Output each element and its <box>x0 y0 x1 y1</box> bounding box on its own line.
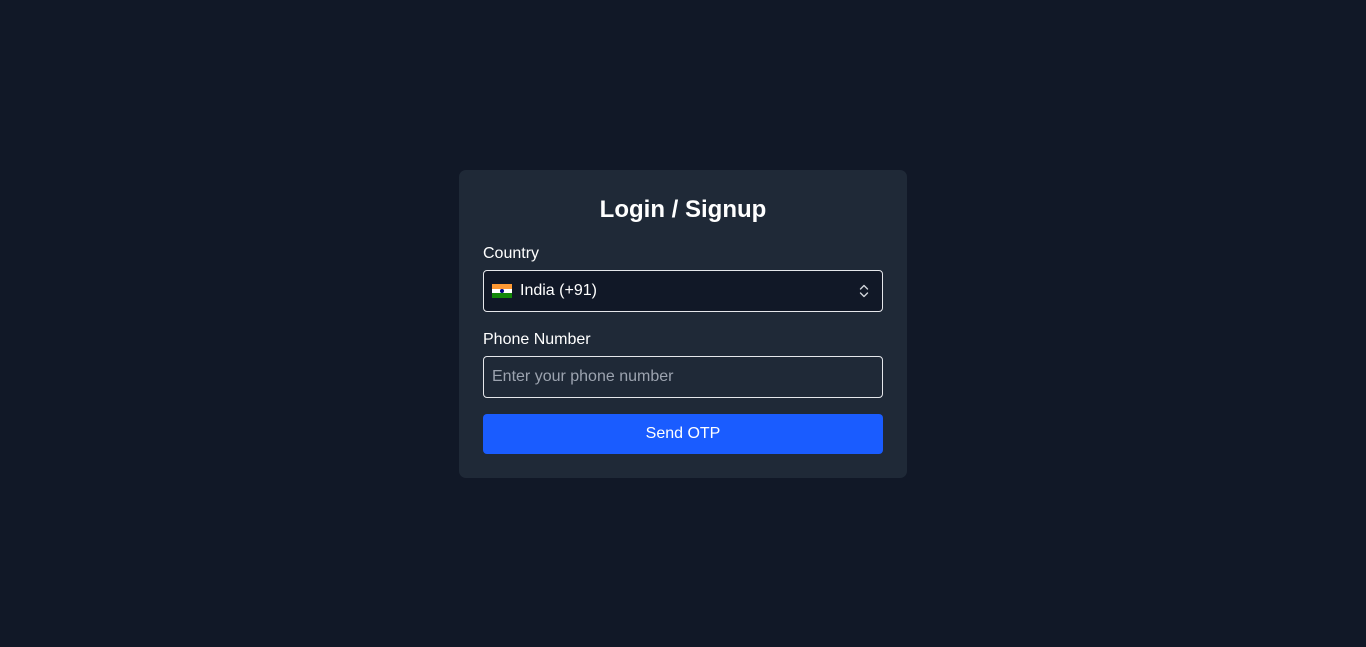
send-otp-button[interactable]: Send OTP <box>483 414 883 454</box>
login-card: Login / Signup Country India (+91) Phone… <box>459 170 907 478</box>
country-select[interactable]: India (+91) <box>483 270 883 312</box>
chevron-up-down-icon <box>859 284 869 298</box>
country-label: Country <box>483 245 540 262</box>
phone-input[interactable] <box>483 356 883 398</box>
india-flag-icon <box>492 284 512 299</box>
page-title: Login / Signup <box>599 196 767 223</box>
country-select-value: India (+91) <box>520 282 597 299</box>
phone-label: Phone Number <box>483 331 591 348</box>
